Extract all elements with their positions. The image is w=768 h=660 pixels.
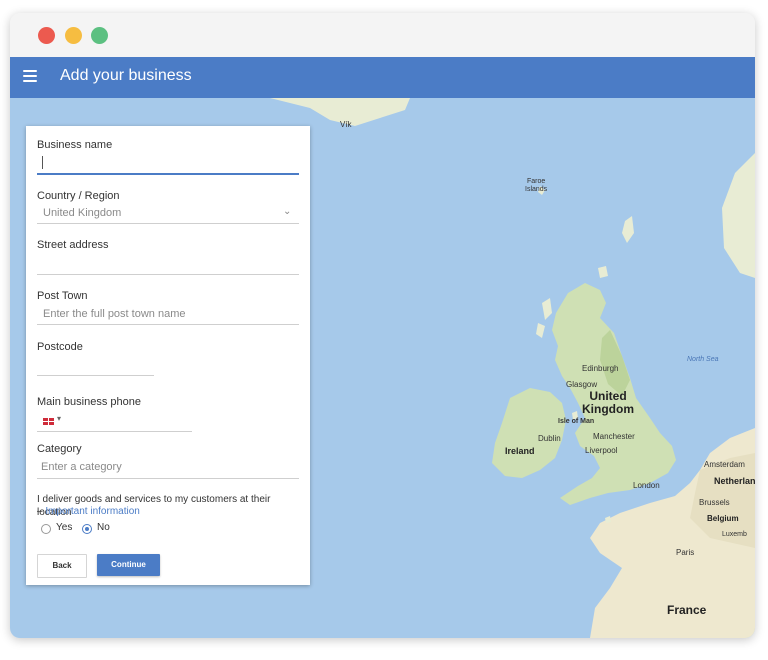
map-label-united-kingdom: United Kingdom <box>582 389 634 416</box>
phone-label: Main business phone <box>37 396 141 408</box>
no-radio[interactable] <box>82 524 92 534</box>
phone-input[interactable] <box>37 431 192 432</box>
map-label-paris: Paris <box>676 548 695 557</box>
post-town-input[interactable]: Enter the full post town name <box>43 308 185 320</box>
menu-icon[interactable] <box>23 70 37 85</box>
flag-dropdown-icon[interactable]: ▾ <box>57 414 61 423</box>
category-input[interactable]: Enter a category <box>41 461 122 473</box>
country-underline <box>37 223 299 224</box>
chevron-down-icon[interactable]: ⌄ <box>283 206 291 217</box>
map-label-faroe: Faroe Islands <box>525 178 548 193</box>
window-titlebar <box>10 13 755 57</box>
map-label-belgium: Belgium <box>707 514 739 523</box>
country-select[interactable]: United Kingdom <box>43 207 121 219</box>
map-label-brussels: Brussels <box>699 498 730 507</box>
map-label-london: London <box>633 481 660 490</box>
yes-radio[interactable] <box>41 524 51 534</box>
important-information-link[interactable]: Important information <box>45 506 140 517</box>
close-window-button[interactable] <box>38 27 55 44</box>
important-info-line: – Important information <box>37 506 140 517</box>
map-label-dublin: Dublin <box>538 434 561 443</box>
back-button[interactable]: Back <box>37 554 87 578</box>
business-name-label: Business name <box>37 139 113 151</box>
map-label-france: France <box>667 603 707 617</box>
map-label-edinburgh: Edinburgh <box>582 364 619 373</box>
add-business-form: Business name Country / Region United Ki… <box>26 126 310 585</box>
map-label-ireland: Ireland <box>505 446 535 456</box>
app-bar: Add your business <box>10 57 755 98</box>
street-address-input[interactable] <box>37 274 299 275</box>
maximize-window-button[interactable] <box>91 27 108 44</box>
postcode-input[interactable] <box>37 375 154 376</box>
business-name-input[interactable] <box>42 156 43 169</box>
map-label-luxembourg: Luxemb <box>722 531 747 538</box>
street-address-label: Street address <box>37 239 109 251</box>
business-name-underline <box>37 173 299 175</box>
map-label-amsterdam: Amsterdam <box>704 460 745 469</box>
country-label: Country / Region <box>37 190 120 202</box>
no-label: No <box>97 522 110 533</box>
yes-label: Yes <box>56 522 73 533</box>
category-underline <box>37 478 299 479</box>
map-label-north-sea: North Sea <box>687 356 719 363</box>
postcode-label: Postcode <box>37 341 83 353</box>
minimize-window-button[interactable] <box>65 27 82 44</box>
map-label-isle-of-man: Isle of Man <box>558 418 595 425</box>
post-town-underline <box>37 324 299 325</box>
map-label-vik: Vík <box>340 120 352 129</box>
map-label-netherlands: Netherlan <box>714 476 755 486</box>
browser-window: Add your business Vík Faroe Islands Nort… <box>10 13 755 638</box>
uk-flag-icon[interactable] <box>43 418 54 425</box>
map-label-liverpool: Liverpool <box>585 446 618 455</box>
map-label-manchester: Manchester <box>593 432 635 441</box>
map-label-glasgow: Glasgow <box>566 380 598 389</box>
page-title: Add your business <box>60 67 192 84</box>
category-label: Category <box>37 443 82 455</box>
post-town-label: Post Town <box>37 290 88 302</box>
continue-button[interactable]: Continue <box>97 554 160 576</box>
